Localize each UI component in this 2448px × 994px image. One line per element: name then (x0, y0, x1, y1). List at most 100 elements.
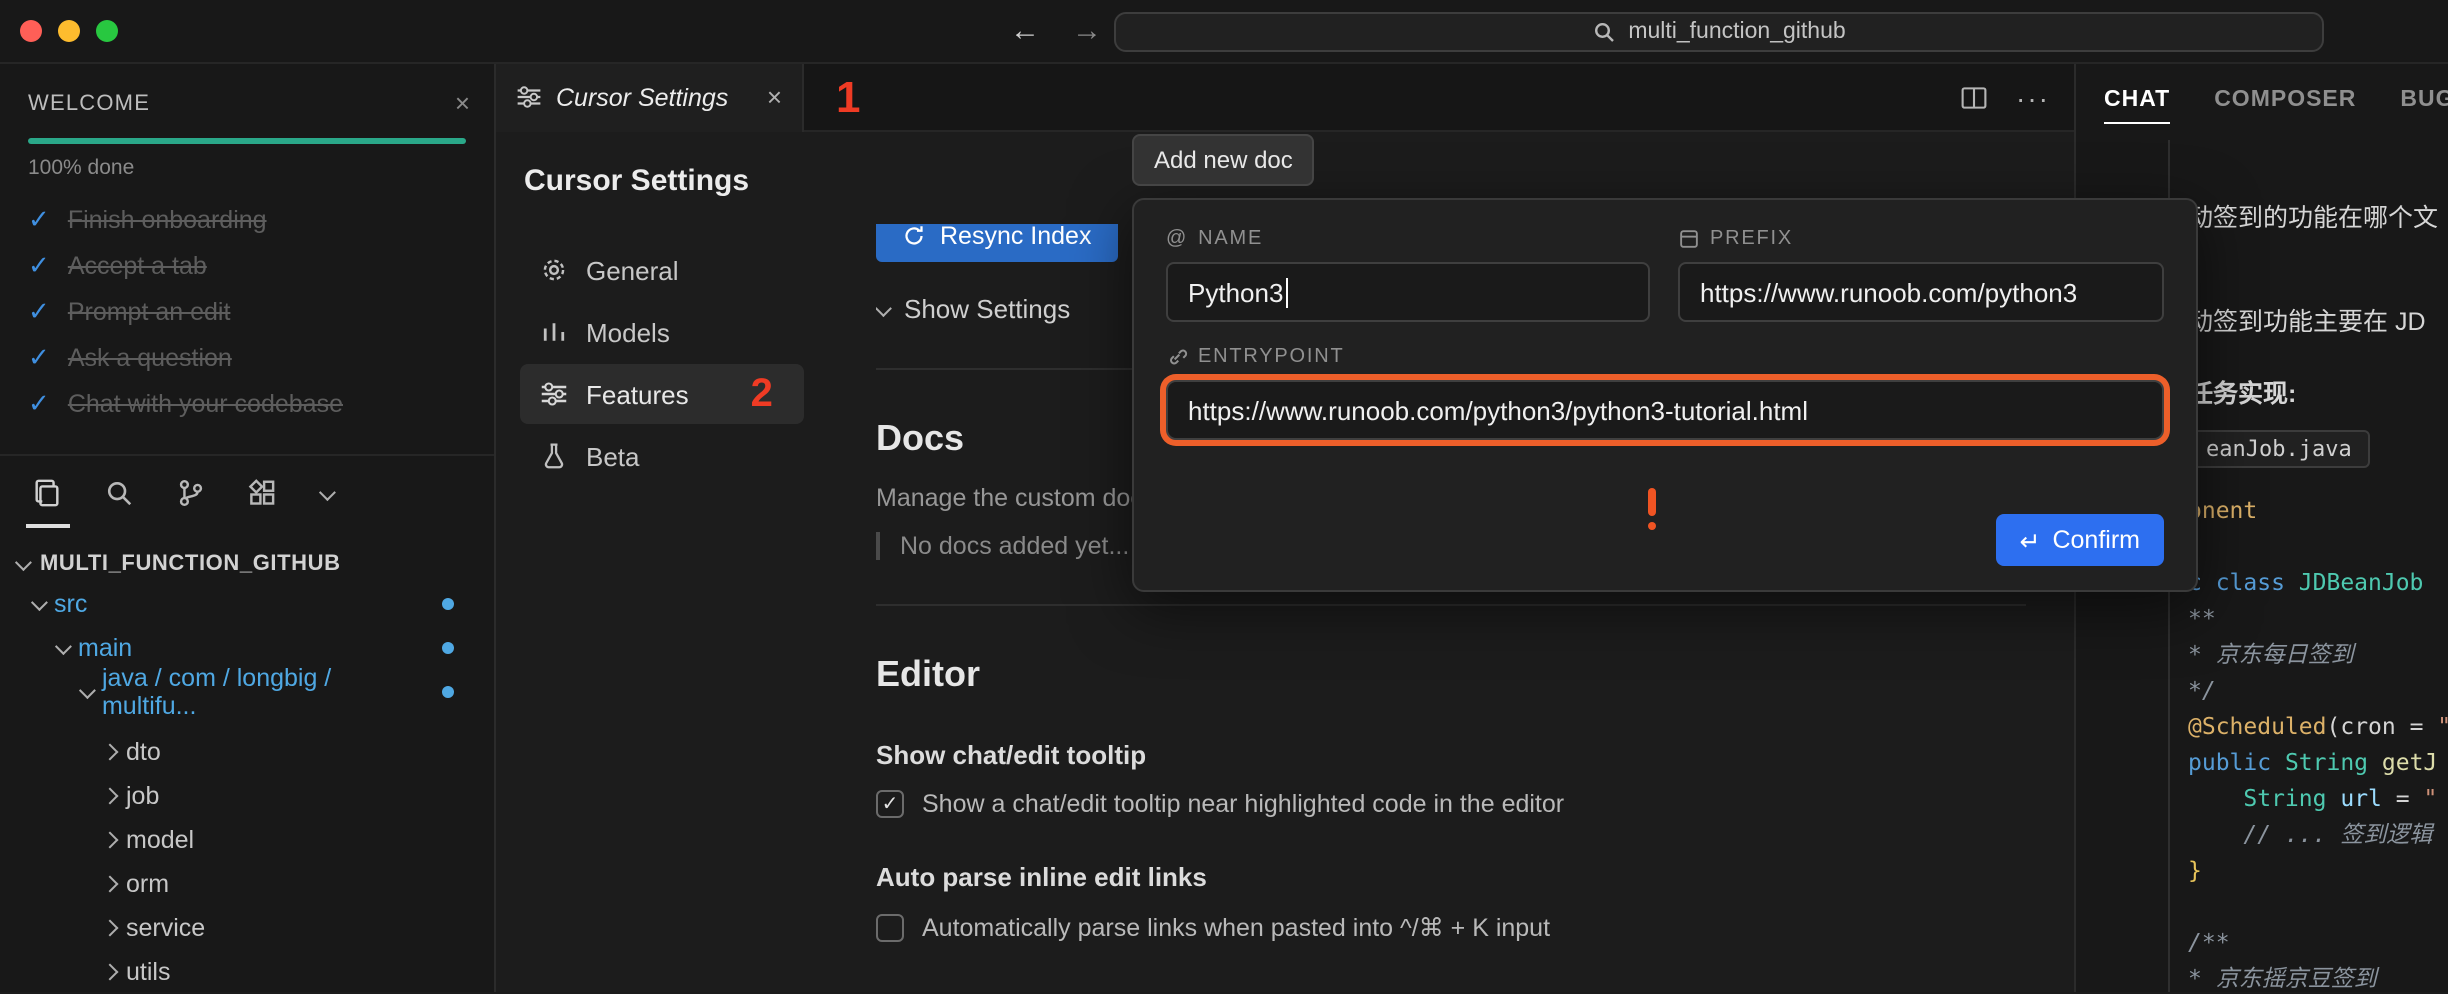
search-icon[interactable] (104, 478, 134, 508)
checkbox-checked[interactable]: ✓ (876, 790, 904, 818)
close-icon[interactable]: × (767, 82, 782, 112)
check-icon: ✓ (28, 203, 50, 235)
annotation-step-2: 2 (751, 371, 773, 417)
nav-item-models[interactable]: Models (520, 302, 804, 362)
list-item[interactable]: ✓ Finish onboarding (0, 196, 494, 242)
screenshot-stage: ← → multi_function_github WELCOME × 100%… (0, 0, 2448, 994)
annotation-step-1: 1 (836, 71, 861, 123)
prefix-label: PREFIX (1678, 228, 2164, 250)
tree-item-model[interactable]: model (0, 818, 494, 862)
tab-cursor-settings[interactable]: Cursor Settings × (496, 63, 804, 131)
code-line: public String getJ (2188, 744, 2448, 780)
nav-item-features[interactable]: Features 2 (520, 364, 804, 424)
close-window-button[interactable] (20, 20, 42, 42)
checkbox-unchecked[interactable] (876, 913, 904, 941)
divider (876, 604, 2026, 606)
maximize-window-button[interactable] (96, 20, 118, 42)
list-item[interactable]: ✓ Chat with your codebase (0, 380, 494, 426)
extensions-icon[interactable] (248, 478, 278, 508)
command-search-input[interactable]: multi_function_github (1114, 12, 2324, 52)
tree-item-job[interactable]: job (0, 774, 494, 818)
tree-root[interactable]: MULTI_FUNCTION_GITHUB (0, 546, 494, 582)
welcome-title: WELCOME (28, 91, 150, 115)
chevron-right-icon (102, 876, 119, 893)
history-navigation: ← → (1010, 14, 1102, 48)
split-editor-icon[interactable] (1960, 83, 1988, 111)
tab-chat[interactable]: CHAT (2104, 88, 2170, 124)
minimize-window-button[interactable] (58, 20, 80, 42)
check-icon: ✓ (28, 295, 50, 327)
tab-title: Cursor Settings (556, 83, 728, 111)
code-line: */ (2188, 672, 2448, 708)
tree-item-java-path[interactable]: java / com / longbig / multifu... (0, 670, 494, 714)
list-item[interactable]: ✓ Ask a question (0, 334, 494, 380)
prefix-field: PREFIX https://www.runoob.com/python3 (1678, 228, 2164, 322)
editor-area: Cursor Settings × 1 ··· Cursor Settings (496, 64, 2076, 992)
sliders-icon (516, 84, 542, 110)
resync-index-button[interactable]: Resync Index (876, 224, 1117, 262)
chevron-right-icon (102, 744, 119, 761)
chevron-down-icon (55, 638, 72, 655)
entrypoint-field: ENTRYPOINT https://www.runoob.com/python… (1166, 346, 2164, 440)
list-item[interactable]: ✓ Accept a tab (0, 242, 494, 288)
code-line: ** (2188, 600, 2448, 636)
onboarding-progress-bar (28, 138, 466, 144)
modified-dot (442, 598, 454, 610)
add-doc-modal: @ NAME Python3 PREFIX (1132, 198, 2198, 592)
tree-item-service[interactable]: service (0, 906, 494, 950)
prefix-input[interactable]: https://www.runoob.com/python3 (1678, 262, 2164, 322)
chevron-down-icon (79, 682, 96, 699)
gear-icon (540, 256, 568, 284)
name-field: @ NAME Python3 (1166, 228, 1650, 322)
source-control-icon[interactable] (176, 478, 206, 508)
activity-bar (0, 454, 494, 526)
tree-item-src[interactable]: src (0, 582, 494, 626)
chevron-right-icon (102, 964, 119, 981)
name-input[interactable]: Python3 (1166, 262, 1650, 322)
chat-panel-tabs: CHAT COMPOSER BUG (2076, 64, 2448, 124)
tree-item-utils[interactable]: utils (0, 950, 494, 992)
autoparse-setting-heading: Auto parse inline edit links (876, 862, 2026, 892)
assistant-message: 动签到功能主要在 JD (2188, 300, 2448, 338)
chevron-right-icon (102, 832, 119, 849)
editor-actions: ··· (1960, 81, 2074, 113)
check-icon: ✓ (28, 387, 50, 419)
assistant-message: 任务实现: (2188, 372, 2448, 410)
code-line: onent (2188, 492, 2448, 528)
code-line: /** (2188, 924, 2448, 960)
forward-button[interactable]: → (1072, 14, 1102, 48)
chevron-right-icon (102, 920, 119, 937)
list-item[interactable]: ✓ Prompt an edit (0, 288, 494, 334)
workbench: WELCOME × 100% done ✓ Finish onboarding … (0, 64, 2448, 992)
chevron-down-icon (876, 299, 892, 316)
bookmark-icon (1678, 228, 1700, 250)
code-line: j (2188, 528, 2448, 564)
chevron-right-icon (102, 788, 119, 805)
nav-item-general[interactable]: General (520, 240, 804, 300)
tree-item-dto[interactable]: dto (0, 730, 494, 774)
tooltip-setting-heading: Show chat/edit tooltip (876, 740, 2026, 770)
nav-item-beta[interactable]: Beta (520, 426, 804, 486)
confirm-button[interactable]: ↵ Confirm (1996, 514, 2165, 566)
entrypoint-input[interactable]: https://www.runoob.com/python3/python3-t… (1166, 380, 2164, 440)
tooltip-setting-row: ✓ Show a chat/edit tooltip near highligh… (876, 790, 2026, 818)
explorer-icon[interactable] (32, 478, 62, 508)
tree-item-orm[interactable]: orm (0, 862, 494, 906)
welcome-panel-header: WELCOME × (0, 64, 494, 118)
refresh-icon (902, 224, 926, 248)
code-line: // ... 签到逻辑 (2188, 816, 2448, 852)
file-chip[interactable]: eanJob.java (2188, 430, 2370, 468)
back-button[interactable]: ← (1010, 14, 1040, 48)
chevron-down-icon[interactable] (320, 487, 332, 499)
search-icon (1592, 20, 1616, 44)
tab-bugbot[interactable]: BUG (2400, 88, 2448, 124)
more-actions-icon[interactable]: ··· (2016, 81, 2050, 113)
editor-section-title: Editor (876, 654, 2026, 696)
code-block: onent j c class JDBeanJob ** * 京东每日签到 */… (2188, 492, 2448, 992)
chevron-down-icon (15, 554, 32, 571)
tab-composer[interactable]: COMPOSER (2214, 88, 2356, 124)
check-icon: ✓ (28, 249, 50, 281)
close-icon[interactable]: × (455, 88, 470, 118)
cursor-window: ← → multi_function_github WELCOME × 100%… (0, 0, 2448, 994)
modified-dot (442, 642, 454, 654)
